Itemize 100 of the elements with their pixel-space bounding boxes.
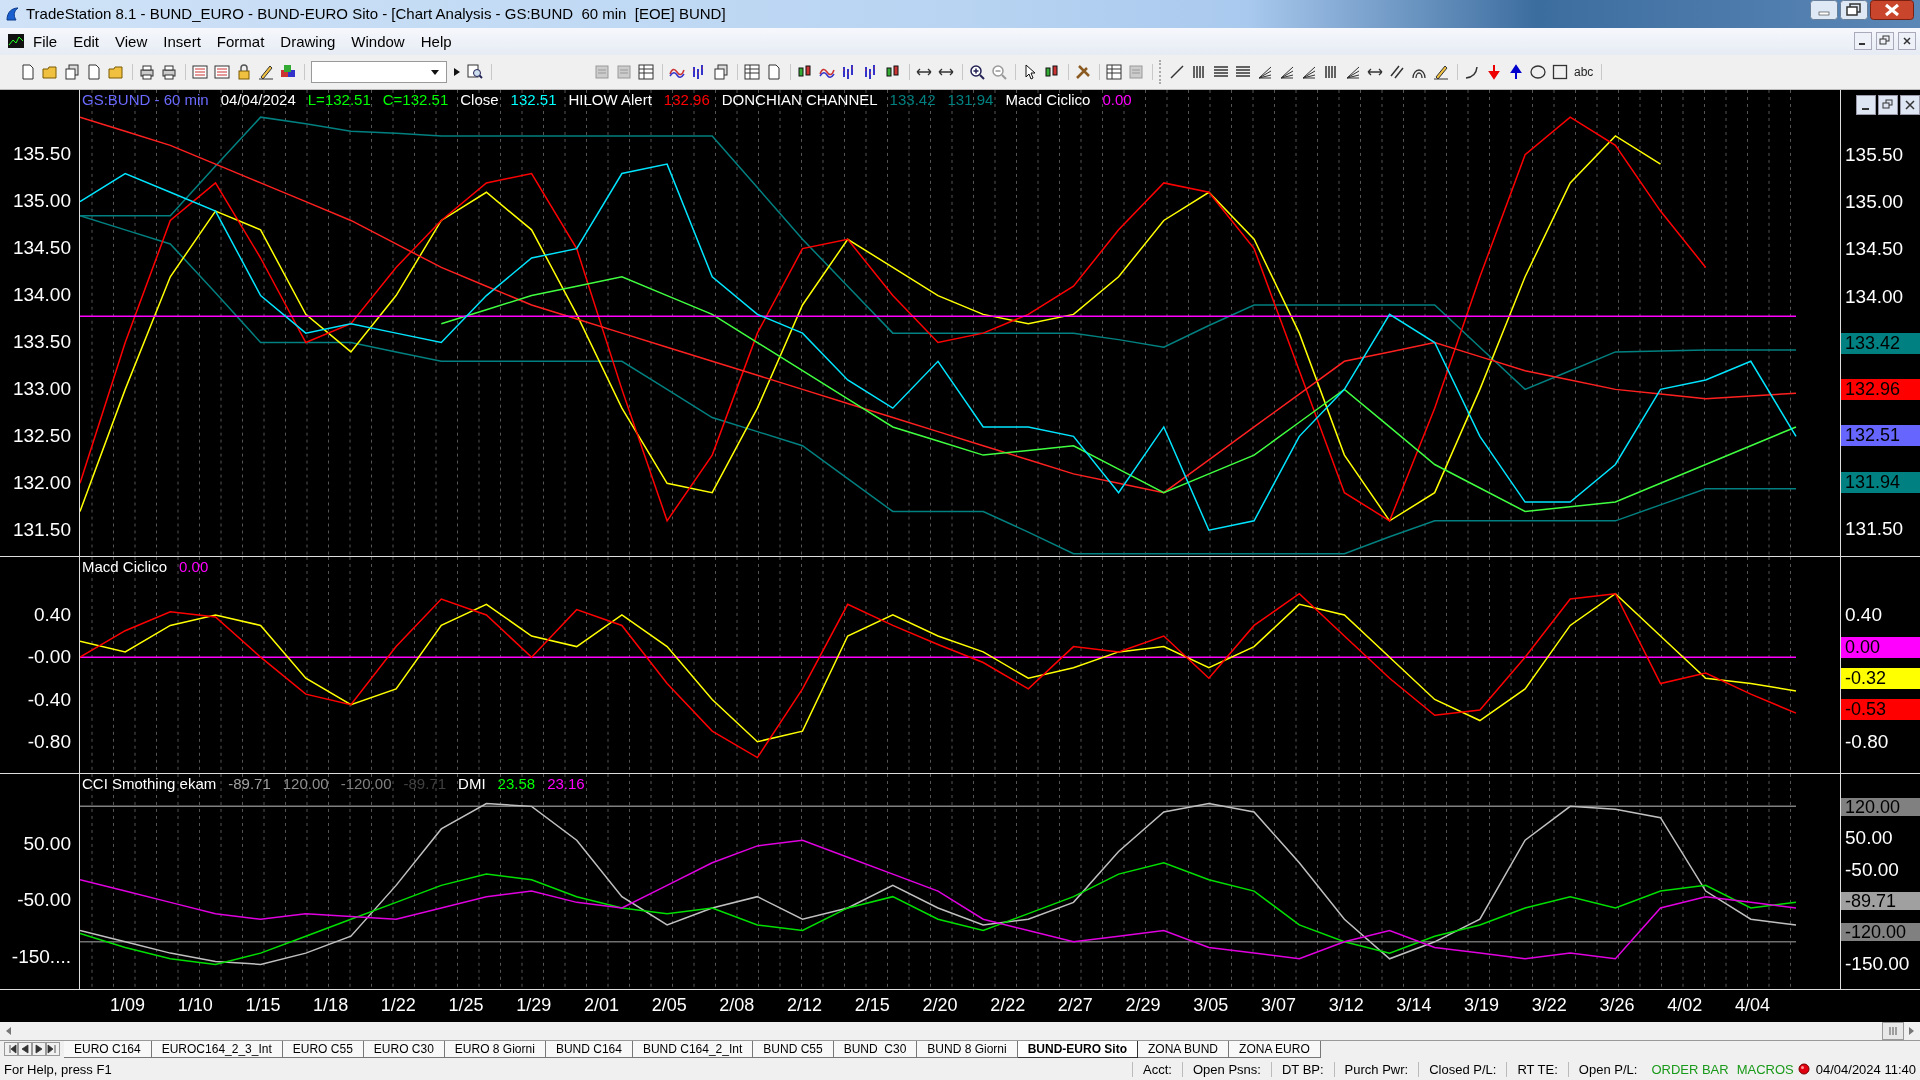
axis-label: 0.40 bbox=[34, 604, 71, 627]
axis-label: 2/20 bbox=[922, 995, 958, 1017]
legend-text: 131.94 bbox=[947, 90, 994, 108]
sheet-tab[interactable]: EURO 8 Giorni bbox=[444, 1041, 546, 1059]
axis-label: -50.00 bbox=[1845, 860, 1900, 879]
legend-text: Close bbox=[460, 90, 499, 108]
sheet-tab[interactable]: BUND C55 bbox=[753, 1041, 834, 1059]
legend-text: Macd Ciclico bbox=[82, 558, 168, 576]
legend-text: -120.00 bbox=[340, 774, 392, 792]
axis-label: 3/26 bbox=[1599, 995, 1635, 1017]
menu-item[interactable]: File bbox=[26, 30, 65, 52]
legend-text: 120.00 bbox=[282, 774, 329, 792]
axis-label: 50.00 bbox=[23, 834, 71, 853]
menu-item[interactable]: Window bbox=[344, 30, 412, 52]
sheet-tab[interactable]: EURO C30 bbox=[363, 1041, 445, 1059]
sheet-tab[interactable]: ZONA BUND bbox=[1138, 1041, 1230, 1059]
sheet-tab[interactable]: BUND C164 bbox=[545, 1041, 633, 1059]
sheet-tab[interactable]: BUND C30 bbox=[833, 1041, 918, 1059]
axis-label: -0.00 bbox=[27, 646, 71, 669]
menu-item[interactable]: Drawing bbox=[273, 30, 343, 52]
axis-label: 2/15 bbox=[854, 995, 890, 1017]
legend-text: 04/04/2024 bbox=[220, 90, 296, 108]
sheet-tab[interactable]: BUND-EURO Sito bbox=[1017, 1041, 1139, 1059]
axis-label: 135.00 bbox=[12, 190, 71, 213]
status-field: Acct: bbox=[1132, 1061, 1182, 1077]
axis-label: 133.00 bbox=[12, 378, 71, 401]
menu-item[interactable]: Help bbox=[413, 30, 459, 52]
axis-label: 134.00 bbox=[12, 284, 71, 307]
window-title: TradeStation 8.1 - BUND_EURO - BUND-EURO Sito - [Chart Analysis - GS:BUND 60 min [EOE] BUND] bbox=[26, 5, 726, 23]
menu-item[interactable]: Edit bbox=[66, 30, 107, 52]
axis-label: 3/22 bbox=[1531, 995, 1567, 1017]
price-marker: -0.32 bbox=[1841, 668, 1920, 689]
axis-label: 1/18 bbox=[313, 995, 349, 1017]
axis-label: -0.80 bbox=[1845, 730, 1890, 753]
legend-text: -89.71 bbox=[228, 774, 271, 792]
price-marker: -0.53 bbox=[1841, 699, 1920, 721]
axis-label: -150.... bbox=[11, 947, 71, 966]
status-text: For Help, press F1 bbox=[3, 1061, 112, 1077]
legend-text: L=132.51 bbox=[307, 90, 371, 108]
axis-label: 3/05 bbox=[1193, 995, 1229, 1017]
legend-text: Macd Ciclico bbox=[1005, 90, 1091, 108]
sheet-tab[interactable]: EUROC164_2_3_Int bbox=[151, 1041, 283, 1059]
text-tool[interactable]: abc bbox=[1574, 64, 1594, 79]
status-field: DT BP: bbox=[1270, 1061, 1334, 1077]
axis-label: 2/05 bbox=[651, 995, 687, 1017]
status-field: RT TE: bbox=[1506, 1061, 1568, 1077]
status-field: Open P/L: bbox=[1567, 1061, 1648, 1077]
axis-label: 1/29 bbox=[516, 995, 552, 1017]
axis-label: 134.50 bbox=[12, 237, 71, 260]
axis-label: 2/27 bbox=[1057, 995, 1093, 1017]
price-marker: 131.94 bbox=[1841, 471, 1920, 493]
price-marker: -120.00 bbox=[1841, 923, 1920, 942]
price-marker: 120.00 bbox=[1841, 797, 1920, 816]
axis-label: 1/25 bbox=[448, 995, 484, 1017]
menu-item[interactable]: View bbox=[108, 30, 155, 52]
legend-text: 133.42 bbox=[889, 90, 936, 108]
sheet-tab[interactable]: EURO C164 bbox=[64, 1041, 152, 1059]
axis-label: 1/09 bbox=[110, 995, 146, 1017]
status-field: Closed P/L: bbox=[1418, 1061, 1507, 1077]
legend-text: CCI Smothing ekam bbox=[82, 774, 217, 792]
sheet-tab[interactable]: ZONA EURO bbox=[1229, 1041, 1321, 1059]
legend-text: 132.96 bbox=[663, 90, 710, 108]
axis-label: 132.50 bbox=[12, 425, 71, 448]
axis-label: -0.40 bbox=[27, 688, 71, 711]
legend-text: HILOW Alert bbox=[568, 90, 652, 108]
status-datetime: 04/04/2024 11:40 bbox=[1814, 1061, 1917, 1077]
menu-item[interactable]: Format bbox=[209, 30, 272, 52]
status-field: Open Psns: bbox=[1182, 1061, 1271, 1077]
axis-label: 3/19 bbox=[1464, 995, 1500, 1017]
legend-text: GS:BUND - 60 min bbox=[82, 90, 209, 108]
axis-label: -150.00 bbox=[1845, 954, 1911, 973]
axis-label: -50.00 bbox=[17, 891, 71, 910]
axis-label: 1/10 bbox=[177, 995, 213, 1017]
sheet-tab[interactable]: BUND 8 Giorni bbox=[917, 1041, 1018, 1059]
axis-label: 131.50 bbox=[1845, 518, 1905, 541]
axis-label: 135.50 bbox=[12, 143, 71, 166]
axis-label: 1/22 bbox=[380, 995, 416, 1017]
price-marker: -89.71 bbox=[1841, 891, 1920, 910]
legend-text: 0.00 bbox=[179, 558, 209, 576]
axis-label: 3/14 bbox=[1396, 995, 1432, 1017]
legend-text: DMI bbox=[458, 774, 486, 792]
axis-label: 131.50 bbox=[12, 519, 71, 542]
axis-label: -0.80 bbox=[27, 731, 71, 753]
status-field: Purch Pwr: bbox=[1333, 1061, 1419, 1077]
legend-text: DONCHIAN CHANNEL bbox=[721, 90, 878, 108]
axis-label: 135.50 bbox=[1845, 143, 1905, 166]
axis-label: 3/07 bbox=[1260, 995, 1296, 1017]
menu-item[interactable]: Insert bbox=[156, 30, 208, 52]
axis-label: 0.40 bbox=[1845, 604, 1883, 627]
legend-text: 23.58 bbox=[497, 774, 536, 792]
price-marker: 133.42 bbox=[1841, 332, 1920, 354]
legend-text: 23.16 bbox=[547, 774, 585, 792]
axis-label: 2/01 bbox=[583, 995, 619, 1017]
axis-label: 2/12 bbox=[787, 995, 823, 1017]
axis-label: 4/04 bbox=[1734, 995, 1770, 1017]
sheet-tab[interactable]: BUND C164_2_Int bbox=[632, 1041, 754, 1059]
axis-label: 1/15 bbox=[245, 995, 281, 1017]
axis-label: 132.00 bbox=[12, 472, 71, 495]
sheet-tab[interactable]: EURO C55 bbox=[282, 1041, 364, 1059]
axis-label: 50.00 bbox=[1845, 829, 1894, 848]
